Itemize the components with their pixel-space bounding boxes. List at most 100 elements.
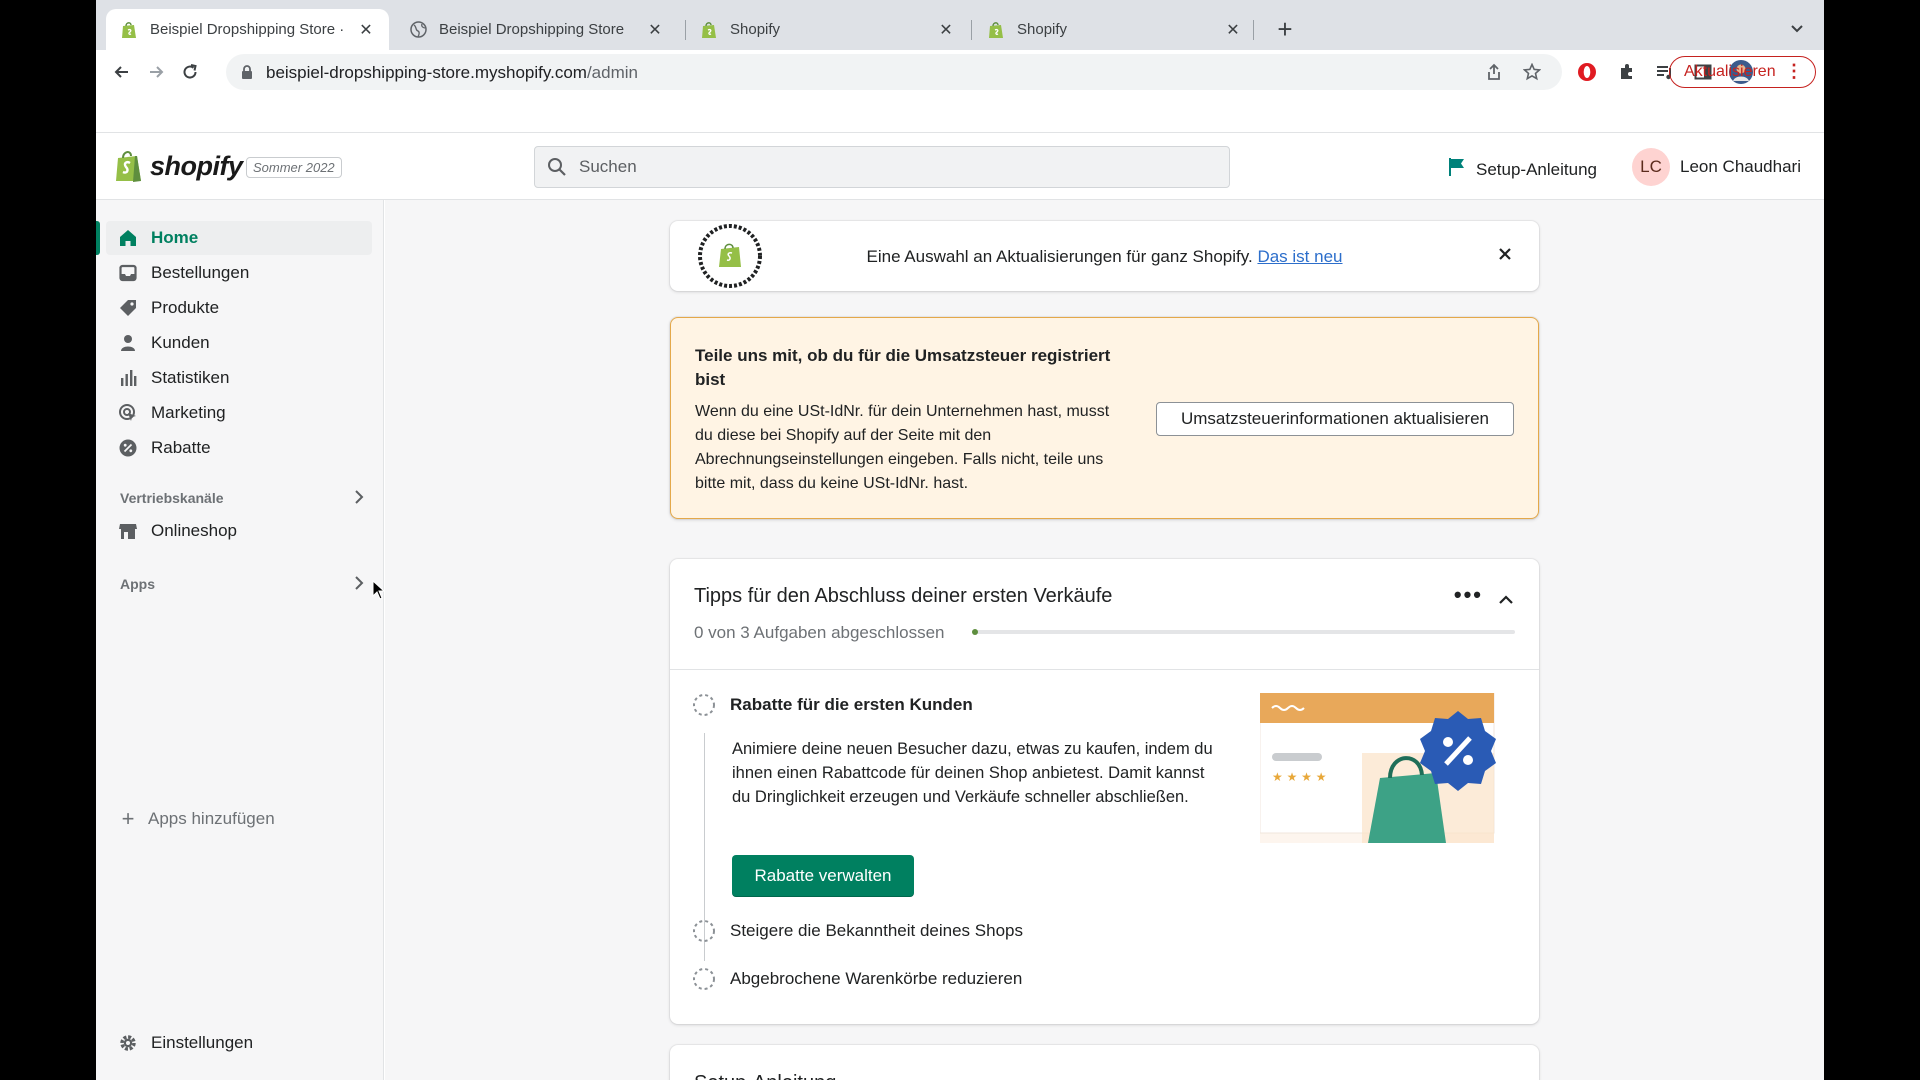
incomplete-circle-icon[interactable]: [692, 967, 716, 991]
tab-title: Shopify: [1017, 21, 1068, 38]
task-item[interactable]: Rabatte für die ersten Kunden: [692, 693, 973, 717]
task-title: Rabatte für die ersten Kunden: [730, 695, 973, 714]
url-text: beispiel-dropshipping-store.myshopify.co…: [266, 63, 638, 82]
search-bar[interactable]: [534, 146, 1230, 188]
update-tax-info-button[interactable]: Umsatzsteuerinformationen aktualisieren: [1156, 402, 1514, 436]
tab-shopify-1[interactable]: Shopify ✕: [686, 9, 969, 50]
sales-channels-header[interactable]: Vertriebskanäle: [120, 486, 368, 510]
task-item[interactable]: Abgebrochene Warenkörbe reduzieren: [692, 967, 1022, 991]
svg-text:★ ★ ★ ★: ★ ★ ★ ★: [1272, 770, 1326, 784]
tax-notice-card: Teile uns mit, ob du für die Umsatzsteue…: [670, 317, 1539, 519]
shopify-logo[interactable]: shopify: [114, 149, 243, 183]
close-tab-icon[interactable]: ✕: [646, 21, 664, 39]
store-icon: [118, 521, 138, 541]
home-icon: [118, 228, 138, 248]
setup-guide-link[interactable]: Setup-Anleitung: [1448, 157, 1597, 182]
discount-icon: [118, 438, 138, 458]
share-icon[interactable]: [1483, 61, 1505, 83]
orders-icon: [118, 263, 138, 283]
section-label: Vertriebskanäle: [120, 490, 224, 506]
lock-icon: [240, 64, 254, 85]
address-bar[interactable]: beispiel-dropshipping-store.myshopify.co…: [226, 54, 1562, 90]
manage-discounts-button[interactable]: Rabatte verwalten: [732, 855, 914, 897]
tab-bar: Beispiel Dropshipping Store · Home ✕ Bei…: [96, 0, 1824, 50]
close-tab-icon[interactable]: ✕: [1224, 21, 1242, 39]
shopify-bag-icon: [116, 151, 141, 182]
reload-icon[interactable]: [176, 58, 204, 86]
close-icon[interactable]: [1497, 246, 1513, 267]
sidebar-item-products[interactable]: Produkte: [106, 291, 372, 325]
user-name: Leon Chaudhari: [1680, 157, 1801, 176]
apps-header[interactable]: Apps: [120, 572, 368, 596]
browser-toolbar: beispiel-dropshipping-store.myshopify.co…: [96, 50, 1824, 94]
setup-guide-card: Setup-Anleitung: [670, 1045, 1539, 1080]
search-icon: [547, 157, 567, 182]
sidebar-item-label: Home: [151, 228, 199, 247]
sidebar-item-label: Rabatte: [151, 438, 211, 457]
search-input[interactable]: [579, 147, 1179, 187]
sidebar-item-home[interactable]: Home: [106, 221, 372, 255]
avatar: LC: [1632, 148, 1670, 186]
chevron-down-icon[interactable]: [1786, 18, 1808, 40]
task-title: Steigere die Bekanntheit deines Shops: [730, 921, 1023, 940]
progress-text: 0 von 3 Aufgaben abgeschlossen: [694, 623, 945, 642]
tab-home[interactable]: Beispiel Dropshipping Store · Home ✕: [106, 9, 389, 50]
active-indicator: [96, 221, 100, 255]
tax-notice-body: Wenn du eine USt-IdNr. für dein Unterneh…: [695, 403, 1110, 492]
sidebar-item-marketing[interactable]: Marketing: [106, 396, 372, 430]
incomplete-circle-icon[interactable]: [692, 919, 716, 943]
whats-new-link[interactable]: Das ist neu: [1257, 247, 1342, 266]
banner-message: Eine Auswahl an Aktualisierungen für gan…: [866, 247, 1253, 266]
progress-bar: [972, 629, 1515, 635]
close-tab-icon[interactable]: ✕: [357, 21, 375, 39]
tab-store[interactable]: Beispiel Dropshipping Store ✕: [395, 9, 678, 50]
gear-icon: [118, 1033, 138, 1053]
section-label: Apps: [120, 576, 155, 592]
update-browser-button[interactable]: Aktualisieren ⋮: [1669, 56, 1816, 88]
sidebar-item-customers[interactable]: Kunden: [106, 326, 372, 360]
task-title: Abgebrochene Warenkörbe reduzieren: [730, 969, 1023, 988]
divider: [670, 669, 1539, 670]
person-icon: [118, 333, 138, 353]
chevron-up-icon[interactable]: [1497, 591, 1515, 614]
tips-title: Tipps für den Abschluss deiner ersten Ve…: [694, 585, 1113, 607]
star-icon[interactable]: [1521, 61, 1543, 83]
flag-icon: [1448, 157, 1466, 182]
sidebar-item-orders[interactable]: Bestellungen: [106, 256, 372, 290]
incomplete-circle-icon[interactable]: [692, 693, 716, 717]
new-tab-icon[interactable]: +: [1271, 14, 1299, 44]
sidebar-item-settings[interactable]: Einstellungen: [106, 1026, 372, 1060]
tab-title: Beispiel Dropshipping Store · Home: [150, 21, 349, 38]
setup-guide-title: Setup-Anleitung: [694, 1072, 836, 1080]
shopify-topbar: shopify Sommer 2022 Setup-Anleitung LC L…: [96, 132, 1824, 200]
task-item[interactable]: Steigere die Bekanntheit deines Shops: [692, 919, 1023, 943]
tab-title: Shopify: [730, 21, 781, 38]
edition-badge[interactable]: Sommer 2022: [246, 157, 342, 178]
sidebar-item-analytics[interactable]: Statistiken: [106, 361, 372, 395]
opera-icon[interactable]: [1574, 59, 1600, 85]
tab-separator: [971, 20, 972, 40]
progress-fill: [972, 629, 978, 635]
mouse-cursor-icon: [372, 579, 386, 605]
chevron-right-icon[interactable]: [350, 574, 368, 595]
puzzle-icon[interactable]: [1614, 59, 1640, 85]
more-horizontal-icon[interactable]: •••: [1454, 584, 1483, 606]
add-apps-link[interactable]: + Apps hinzufügen: [120, 806, 275, 832]
banner-text: Eine Auswahl an Aktualisierungen für gan…: [670, 247, 1539, 267]
globe-icon: [409, 21, 427, 39]
setup-guide-label: Setup-Anleitung: [1476, 159, 1597, 179]
sidebar-item-label: Kunden: [151, 333, 210, 352]
sidebar-item-discounts[interactable]: Rabatte: [106, 431, 372, 465]
more-vert-icon[interactable]: ⋮: [1785, 62, 1803, 80]
tab-shopify-2[interactable]: Shopify ✕: [973, 9, 1256, 50]
sidebar-item-online-store[interactable]: Onlineshop: [106, 514, 372, 548]
sidebar: Home Bestellungen Produkte Kunden Statis…: [96, 200, 386, 1080]
user-menu[interactable]: LC Leon Chaudhari: [1632, 148, 1801, 186]
shopify-icon: [987, 21, 1005, 39]
close-tab-icon[interactable]: ✕: [937, 21, 955, 39]
forward-icon[interactable]: [142, 58, 170, 86]
back-icon[interactable]: [108, 58, 136, 86]
chevron-right-icon[interactable]: [350, 488, 368, 509]
editions-banner: Eine Auswahl an Aktualisierungen für gan…: [670, 221, 1539, 291]
update-label: Aktualisieren: [1684, 63, 1776, 80]
